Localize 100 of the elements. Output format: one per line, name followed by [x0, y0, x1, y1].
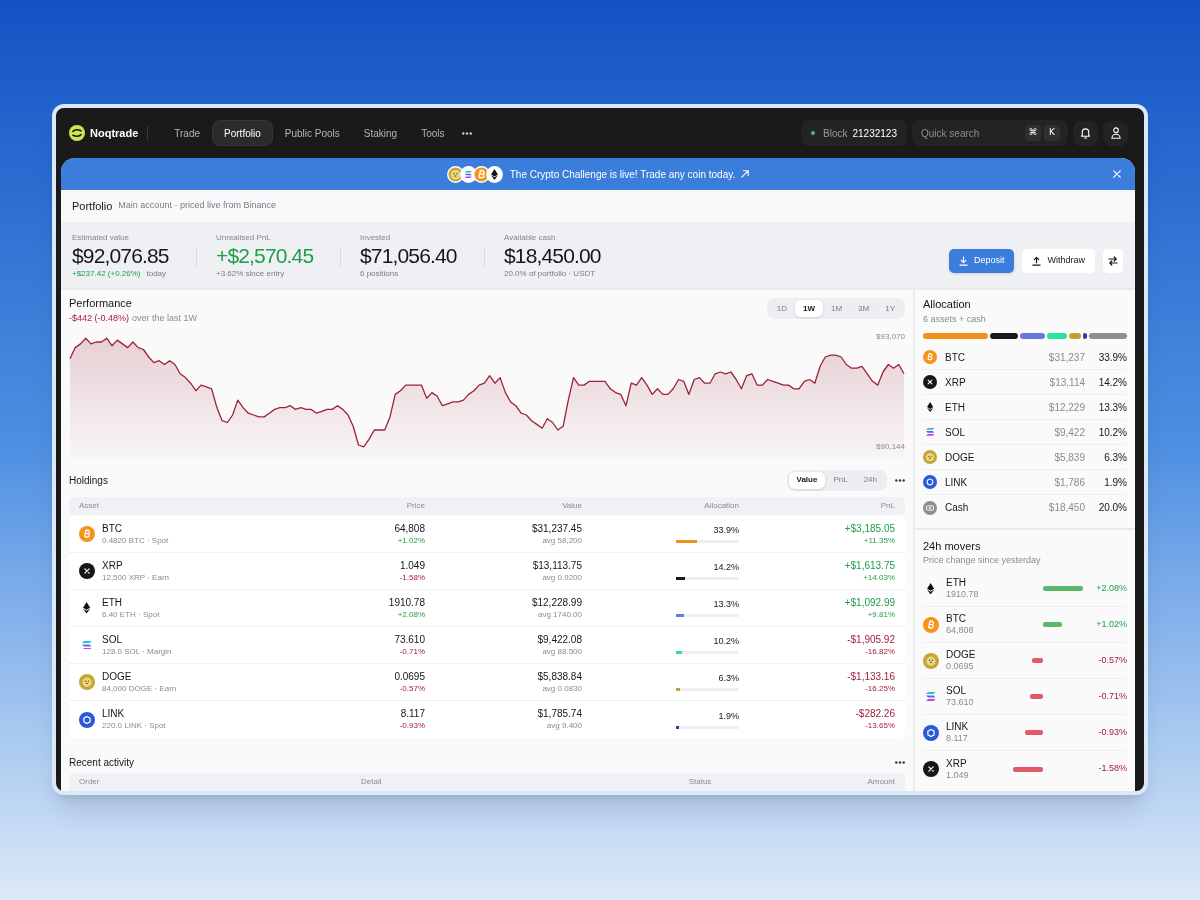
asset-value: $9,422: [1054, 425, 1085, 440]
nav-tab[interactable]: Tools: [409, 120, 457, 146]
block-number: 21232123: [852, 126, 897, 141]
allocation-percent: 10.2%: [713, 636, 739, 647]
allocation-percent: 33.9%: [713, 525, 739, 536]
stat-value: $71,056.40: [360, 244, 458, 268]
arrow-up-right-icon[interactable]: [741, 170, 750, 178]
position-value: $31,237.45: [531, 522, 582, 535]
price-change: -0.57%: [399, 682, 425, 694]
stat-value: +$2,570.45: [216, 244, 315, 268]
price-value: 73.610: [394, 633, 425, 646]
asset-symbol: LINK: [945, 475, 969, 490]
asset-symbol: XRP: [102, 559, 124, 572]
stat-label: Unrealised PnL: [216, 233, 272, 243]
pnl-value: +$1,092.99: [844, 596, 895, 609]
notifications-button[interactable]: [1073, 120, 1098, 146]
nav-tab[interactable]: Public Pools: [272, 120, 352, 146]
coin-icon: [82, 640, 92, 650]
price-change: -0.57%: [1097, 653, 1127, 667]
allocation-percent: 6.3%: [718, 673, 739, 684]
stat-change: +$237.42 (+0.26%): [72, 269, 141, 279]
coin-icon: [925, 428, 935, 436]
axis-label: $93,070: [876, 332, 905, 343]
asset-detail: 84,000 DOGE · Earn: [102, 682, 177, 694]
close-icon[interactable]: [1113, 170, 1121, 178]
coin-icon: [923, 724, 939, 741]
allocation-percent: 33.9%: [1097, 350, 1127, 365]
swap-button[interactable]: [1103, 248, 1123, 273]
stat-label: Invested: [360, 233, 392, 243]
coin-icon: [923, 450, 937, 464]
asset-detail: 12,500 XRP · Earn: [102, 571, 169, 583]
more-icon[interactable]: [895, 478, 905, 482]
period-change: -$442 (-0.48%): [69, 312, 130, 324]
segment-tab[interactable]: 3M: [850, 300, 878, 317]
asset-symbol: DOGE: [945, 450, 976, 465]
position-value: $5,838.84: [537, 670, 582, 683]
asset-symbol: SOL: [102, 633, 123, 646]
asset-symbol: BTC: [945, 350, 966, 365]
more-icon[interactable]: [462, 131, 473, 135]
segment-tab[interactable]: 1W: [794, 300, 823, 317]
page-subtitle: Main account · priced live from Binance: [118, 199, 276, 213]
segment-tab[interactable]: Value: [788, 471, 826, 489]
stat-value: $92,076.85: [72, 244, 170, 268]
asset-symbol: DOGE: [102, 670, 133, 683]
coin-icon: [446, 165, 464, 183]
coin-icon: [923, 500, 937, 515]
allocation-percent: 1.9%: [718, 710, 739, 722]
coin-icon: [485, 165, 503, 183]
logo-icon: [69, 125, 85, 141]
asset-symbol: XRP: [946, 757, 968, 770]
pnl-value: -$1,133.16: [847, 670, 895, 683]
position-value: $12,228.99: [531, 596, 582, 609]
nav-tab[interactable]: Trade: [162, 120, 213, 146]
asset-price: 8.117: [946, 733, 969, 744]
stat-note: 6 positions: [360, 269, 399, 279]
asset-detail: 6.40 ETH · Spot: [102, 608, 160, 620]
axis-label: $90,144: [876, 442, 905, 453]
deposit-button[interactable]: Deposit: [948, 248, 1015, 273]
asset-price: 1.049: [946, 769, 970, 781]
price-change: -1.58%: [399, 571, 425, 583]
asset-symbol: XRP: [945, 375, 967, 390]
section-subtitle: 6 assets + cash: [923, 313, 987, 325]
asset-symbol: BTC: [946, 613, 967, 625]
price-change: -0.71%: [399, 645, 425, 657]
pnl-value: +$1,613.75: [844, 559, 895, 572]
asset-symbol: SOL: [946, 685, 967, 697]
asset-value: $18,450: [1048, 501, 1085, 515]
price-change: +2.08%: [1095, 581, 1127, 595]
asset-symbol: BTC: [102, 522, 123, 535]
segment-tab[interactable]: PnL: [825, 471, 856, 489]
section-title: Allocation: [923, 297, 972, 311]
price-change: -0.93%: [399, 720, 425, 731]
coin-icon: [923, 475, 937, 489]
asset-symbol: ETH: [946, 577, 967, 589]
withdraw-button[interactable]: Withdraw: [1022, 248, 1095, 273]
stat-note: today: [146, 269, 167, 279]
section-subtitle: Price change since yesterday: [923, 554, 1042, 566]
swap-icon: [1108, 255, 1118, 266]
segment-tab[interactable]: 1M: [822, 300, 851, 317]
pnl-percent: -16.82%: [865, 645, 895, 657]
coin-icon: [923, 761, 939, 777]
coin-icon: [79, 526, 95, 542]
segment-tab[interactable]: 24h: [855, 471, 885, 489]
coin-icon: [83, 602, 91, 614]
status-dot-icon: [811, 131, 816, 135]
column-header: Value: [561, 500, 582, 512]
position-value: $1,785.74: [537, 708, 582, 720]
column-header: Detail: [361, 776, 383, 788]
segment-tab[interactable]: 1Y: [877, 300, 903, 317]
price-change: -0.93%: [1097, 725, 1127, 739]
segment-tab[interactable]: 1D: [768, 300, 795, 317]
announcement-link[interactable]: The Crypto Challenge is live! Trade any coin today.: [509, 166, 736, 182]
nav-tab[interactable]: Staking: [351, 120, 410, 146]
allocation-percent: 6.3%: [1103, 450, 1127, 465]
more-icon[interactable]: [895, 760, 905, 764]
allocation-percent: 14.2%: [1097, 375, 1127, 390]
section-title: Holdings: [69, 473, 109, 488]
profile-button[interactable]: [1103, 120, 1128, 146]
nav-tab[interactable]: Portfolio: [212, 120, 273, 146]
brand-name: Noqtrade: [90, 125, 139, 141]
